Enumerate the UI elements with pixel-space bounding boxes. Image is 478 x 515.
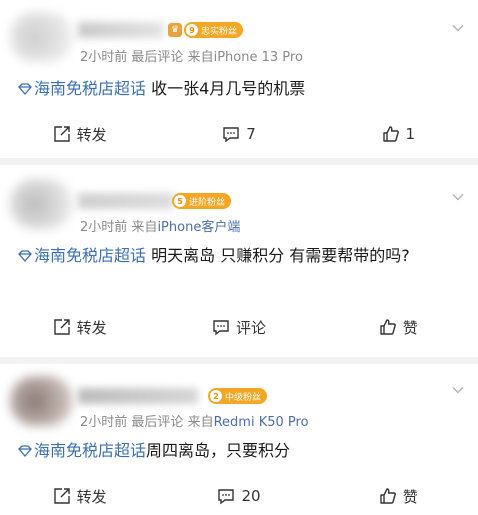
post-header: 5 进阶粉丝 2小时前 来自iPhone客户端 <box>0 165 478 235</box>
fan-level: 2 <box>210 390 222 402</box>
post-time: 2小时前 <box>80 50 128 65</box>
action-bar: 转发 评论 赞 <box>0 307 478 347</box>
post-meta: 2小时前 最后评论 来自iPhone 13 Pro <box>80 46 303 65</box>
repost-button[interactable]: 转发 <box>0 486 159 507</box>
post-meta: 2小时前 来自iPhone客户端 <box>80 216 240 235</box>
chevron-down-icon[interactable] <box>452 384 464 396</box>
super-topic-link[interactable]: 海南免税店超话 <box>18 441 146 460</box>
source-device[interactable]: iPhone客户端 <box>157 220 240 235</box>
fan-badge[interactable]: 9 忠实粉丝 <box>184 22 244 38</box>
repost-icon <box>53 126 70 142</box>
post-header: 2 中级粉丝 2小时前 最后评论 来自Redmi K50 Pro <box>0 364 478 432</box>
super-topic-diamond-icon <box>18 83 32 95</box>
fan-level: 9 <box>186 24 198 36</box>
username-blurred[interactable] <box>78 193 174 209</box>
post-content[interactable]: 海南免税店超话 收一张4月几号的机票 <box>18 76 460 101</box>
repost-icon <box>53 488 70 504</box>
comment-button[interactable]: 20 <box>159 487 318 505</box>
repost-button[interactable]: 转发 <box>0 124 159 145</box>
fan-badge[interactable]: 2 中级粉丝 <box>208 388 268 404</box>
username-blurred[interactable] <box>78 388 198 404</box>
repost-button[interactable]: 转发 <box>0 317 159 338</box>
post-text: 明天离岛 只赚积分 有需要帮带的吗? <box>146 246 410 265</box>
post-content[interactable]: 海南免税店超话 明天离岛 只赚积分 有需要帮带的吗? <box>18 243 460 268</box>
fan-badge[interactable]: 5 进阶粉丝 <box>172 193 232 209</box>
last-comment-tag: 最后评论 <box>131 415 184 430</box>
weibo-feed: ♛ 9 忠实粉丝 2小时前 最后评论 来自iPhone 13 Pro 海南免税店… <box>0 0 478 515</box>
last-comment-tag: 最后评论 <box>131 50 184 65</box>
vip-crown-icon: ♛ <box>168 23 182 37</box>
chevron-down-icon[interactable] <box>452 191 464 203</box>
post-card[interactable]: 2 中级粉丝 2小时前 最后评论 来自Redmi K50 Pro 海南免税店超话… <box>0 364 478 515</box>
comment-icon <box>213 320 229 336</box>
super-topic-diamond-icon <box>18 445 32 457</box>
like-thumb-icon <box>380 319 396 335</box>
comment-icon <box>218 489 235 505</box>
fan-badge-label: 忠实粉丝 <box>201 26 238 37</box>
source-prefix: 来自 <box>131 220 158 235</box>
source-device[interactable]: Redmi K50 Pro <box>214 415 309 430</box>
avatar[interactable] <box>10 376 72 426</box>
like-button[interactable]: 赞 <box>319 486 478 507</box>
source-device: iPhone 13 Pro <box>213 50 303 65</box>
post-text: 收一张4月几号的机票 <box>146 79 306 98</box>
post-meta: 2小时前 最后评论 来自Redmi K50 Pro <box>80 411 309 430</box>
post-content[interactable]: 海南免税店超话周四离岛，只要积分 <box>18 438 460 463</box>
fan-badge-label: 中级粉丝 <box>225 392 262 403</box>
fan-badge-label: 进阶粉丝 <box>189 197 226 208</box>
post-separator <box>0 357 478 364</box>
comment-icon <box>223 127 239 143</box>
post-header: ♛ 9 忠实粉丝 2小时前 最后评论 来自iPhone 13 Pro <box>0 0 478 68</box>
fan-level: 5 <box>174 195 186 207</box>
comment-button[interactable]: 7 <box>159 125 318 143</box>
super-topic-link[interactable]: 海南免税店超话 <box>18 79 146 98</box>
repost-icon <box>53 319 70 335</box>
source-prefix: 来自 <box>187 50 214 65</box>
chevron-down-icon[interactable] <box>452 22 464 34</box>
username-blurred[interactable] <box>78 22 164 38</box>
action-bar: 转发 7 1 <box>0 114 478 154</box>
super-topic-diamond-icon <box>18 250 32 262</box>
like-thumb-icon <box>380 488 396 504</box>
post-separator <box>0 158 478 165</box>
like-button[interactable]: 赞 <box>319 317 478 338</box>
like-thumb-icon <box>382 126 399 142</box>
super-topic-link[interactable]: 海南免税店超话 <box>18 246 146 265</box>
post-time: 2小时前 <box>80 220 128 235</box>
post-card[interactable]: ♛ 9 忠实粉丝 2小时前 最后评论 来自iPhone 13 Pro 海南免税店… <box>0 0 478 158</box>
avatar[interactable] <box>10 12 72 62</box>
source-prefix: 来自 <box>187 415 214 430</box>
action-bar: 转发 20 赞 <box>0 476 478 515</box>
post-text: 周四离岛，只要积分 <box>146 441 291 460</box>
avatar[interactable] <box>10 179 72 229</box>
post-time: 2小时前 <box>80 415 128 430</box>
like-button[interactable]: 1 <box>319 125 478 143</box>
post-card[interactable]: 5 进阶粉丝 2小时前 来自iPhone客户端 海南免税店超话 明天离岛 只赚积… <box>0 165 478 357</box>
comment-button[interactable]: 评论 <box>159 317 318 338</box>
